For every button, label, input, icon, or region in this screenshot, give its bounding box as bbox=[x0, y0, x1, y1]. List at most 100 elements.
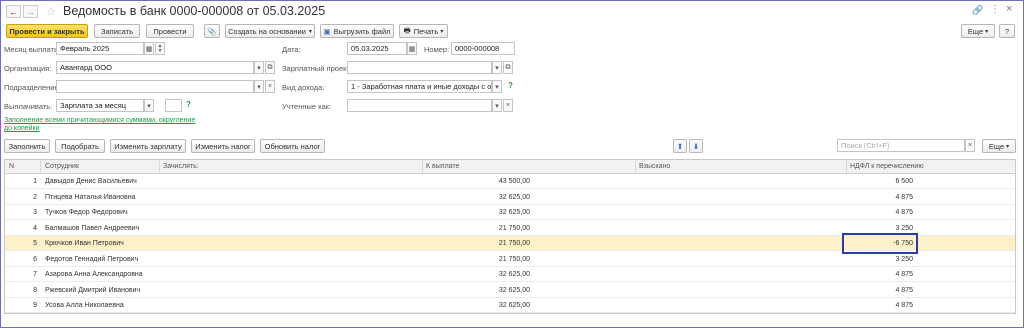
table-row[interactable]: 3 Тучков Федор Федорович 32 625,00 4 875 bbox=[5, 205, 1015, 221]
change-tax-button[interactable]: Изменить налог bbox=[191, 139, 255, 153]
row-number[interactable]: 7 bbox=[5, 271, 37, 278]
column-header-ndfl[interactable]: НДФЛ к перечислению bbox=[850, 163, 924, 170]
search-input[interactable]: Поиск (Ctrl+F) bbox=[837, 139, 965, 152]
to-pay-cell[interactable]: 32 625,00 bbox=[422, 271, 530, 278]
fill-settings-link[interactable]: Заполнение всеми причитающимися суммами,… bbox=[4, 117, 204, 133]
menu-dots-icon[interactable]: ⋮ bbox=[990, 4, 1000, 15]
column-header-to-pay[interactable]: К выплате bbox=[426, 163, 459, 170]
favorite-star-icon[interactable]: ☆ bbox=[46, 5, 56, 18]
division-clear-button[interactable]: × bbox=[265, 80, 275, 93]
ndfl-cell[interactable]: 4 875 bbox=[846, 271, 913, 278]
division-field[interactable] bbox=[56, 80, 254, 93]
organization-open-button[interactable]: ⧉ bbox=[265, 61, 275, 74]
salary-project-field[interactable] bbox=[347, 61, 492, 74]
fill-button[interactable]: Заполнить bbox=[4, 139, 50, 153]
salary-project-dropdown-button[interactable]: ▾ bbox=[492, 61, 502, 74]
employee-cell[interactable]: Ржевский Дмитрий Иванович bbox=[45, 287, 140, 294]
income-type-help-icon[interactable]: ? bbox=[508, 81, 513, 90]
month-stepper[interactable]: ▲ ▼ bbox=[155, 42, 165, 55]
employee-cell[interactable]: Азарова Анна Александровна bbox=[45, 271, 143, 278]
post-button[interactable]: Провести bbox=[146, 24, 194, 38]
attach-button[interactable]: 📎 bbox=[204, 24, 220, 38]
export-file-button[interactable]: ▣ Выгрузить файл bbox=[320, 24, 394, 38]
row-number[interactable]: 5 bbox=[5, 240, 37, 247]
table-row[interactable]: 8 Ржевский Дмитрий Иванович 32 625,00 4 875 bbox=[5, 283, 1015, 298]
date-calendar-button[interactable]: ▦ bbox=[407, 42, 417, 55]
table-more-button[interactable]: Еще ▾ bbox=[982, 139, 1016, 153]
link-icon[interactable]: 🔗 bbox=[972, 5, 983, 16]
to-pay-cell[interactable]: 32 625,00 bbox=[422, 287, 530, 294]
pay-field[interactable]: Зарплата за месяц bbox=[56, 99, 144, 112]
pay-dropdown-button[interactable]: ▾ bbox=[144, 99, 154, 112]
row-number[interactable]: 1 bbox=[5, 178, 37, 185]
to-pay-cell[interactable]: 32 625,00 bbox=[422, 194, 530, 201]
employee-cell[interactable]: Крючков Иван Петрович bbox=[45, 240, 124, 247]
employee-cell[interactable]: Федотов Геннадий Петрович bbox=[45, 256, 138, 263]
row-number[interactable]: 4 bbox=[5, 225, 37, 232]
close-icon[interactable]: × bbox=[1006, 3, 1012, 15]
to-pay-cell[interactable]: 32 625,00 bbox=[422, 302, 530, 309]
column-header-credit[interactable]: Зачислять: bbox=[163, 163, 199, 170]
print-button[interactable]: 🖶 Печать ▾ bbox=[399, 24, 448, 38]
pay-help-icon[interactable]: ? bbox=[186, 100, 191, 109]
save-button[interactable]: Записать bbox=[94, 24, 140, 38]
accounted-as-clear-button[interactable]: × bbox=[503, 99, 513, 112]
row-number[interactable]: 3 bbox=[5, 209, 37, 216]
column-header-withheld[interactable]: Взыскано bbox=[639, 163, 670, 170]
table-row[interactable]: 1 Давыдов Денис Васильевич 43 500,00 6 500 bbox=[5, 174, 1015, 190]
accounted-as-dropdown-button[interactable]: ▾ bbox=[492, 99, 502, 112]
forward-button[interactable]: → bbox=[23, 5, 38, 18]
row-number[interactable]: 8 bbox=[5, 287, 37, 294]
ndfl-cell[interactable]: 4 875 bbox=[846, 287, 913, 294]
pay-month-field[interactable]: Февраль 2025 bbox=[56, 42, 144, 55]
calendar-button[interactable]: ▦ bbox=[144, 42, 154, 55]
ndfl-cell[interactable]: 3 250 bbox=[846, 256, 913, 263]
move-up-button[interactable]: ⬆ bbox=[673, 139, 687, 153]
to-pay-cell[interactable]: 43 500,00 bbox=[422, 178, 530, 185]
division-dropdown-button[interactable]: ▾ bbox=[254, 80, 264, 93]
back-button[interactable]: ← bbox=[6, 5, 21, 18]
ndfl-cell[interactable]: 4 875 bbox=[846, 209, 913, 216]
row-number[interactable]: 2 bbox=[5, 194, 37, 201]
organization-dropdown-button[interactable]: ▾ bbox=[254, 61, 264, 74]
organization-field[interactable]: Авангард ООО bbox=[56, 61, 254, 74]
to-pay-cell[interactable]: 21 750,00 bbox=[422, 256, 530, 263]
table-row[interactable]: 2 Птицева Наталья Ивановна 32 625,00 4 875 bbox=[5, 190, 1015, 205]
table-row[interactable]: 9 Усова Алла Николаевна 32 625,00 4 875 bbox=[5, 298, 1015, 313]
employee-cell[interactable]: Давыдов Денис Васильевич bbox=[45, 178, 137, 185]
employee-cell[interactable]: Балмашов Павел Андреевич bbox=[45, 225, 139, 232]
more-button[interactable]: Еще ▾ bbox=[961, 24, 995, 38]
salary-project-open-button[interactable]: ⧉ bbox=[503, 61, 513, 74]
move-down-button[interactable]: ⬇ bbox=[689, 139, 703, 153]
employee-cell[interactable]: Усова Алла Николаевна bbox=[45, 302, 124, 309]
table-row[interactable]: 7 Азарова Анна Александровна 32 625,00 4 87… bbox=[5, 267, 1015, 283]
employee-cell[interactable]: Тучков Федор Федорович bbox=[45, 209, 128, 216]
income-type-field[interactable]: 1 - Заработная плата и иные доходы с огр… bbox=[347, 80, 492, 93]
accounted-as-label: Учтенные как: bbox=[282, 102, 332, 111]
ndfl-cell[interactable]: 3 250 bbox=[846, 225, 913, 232]
ndfl-cell[interactable]: 6 500 bbox=[846, 178, 913, 185]
accounted-as-field[interactable] bbox=[347, 99, 492, 112]
pay-extra-field[interactable] bbox=[165, 99, 182, 112]
column-header-employee[interactable]: Сотрудник bbox=[45, 163, 79, 170]
number-field[interactable]: 0000-000008 bbox=[451, 42, 515, 55]
pay-label: Выплачивать: bbox=[4, 102, 53, 111]
help-button[interactable]: ? bbox=[999, 24, 1015, 38]
date-field[interactable]: 05.03.2025 bbox=[347, 42, 407, 55]
create-based-on-button[interactable]: Создать на основании ▾ bbox=[225, 24, 315, 38]
change-salary-button[interactable]: Изменить зарплату bbox=[110, 139, 186, 153]
pick-button[interactable]: Подобрать bbox=[55, 139, 105, 153]
income-type-dropdown-button[interactable]: ▾ bbox=[492, 80, 502, 93]
search-clear-button[interactable]: × bbox=[965, 139, 975, 152]
post-and-close-button[interactable]: Провести и закрыть bbox=[6, 24, 88, 38]
column-header-n[interactable]: N bbox=[9, 163, 14, 170]
row-number[interactable]: 6 bbox=[5, 256, 37, 263]
to-pay-cell[interactable]: 32 625,00 bbox=[422, 209, 530, 216]
ndfl-cell[interactable]: 4 875 bbox=[846, 302, 913, 309]
ndfl-cell[interactable]: 4 875 bbox=[846, 194, 913, 201]
row-number[interactable]: 9 bbox=[5, 302, 37, 309]
to-pay-cell[interactable]: 21 750,00 bbox=[422, 225, 530, 232]
employee-cell[interactable]: Птицева Наталья Ивановна bbox=[45, 194, 136, 201]
update-tax-button[interactable]: Обновить налог bbox=[260, 139, 325, 153]
to-pay-cell[interactable]: 21 750,00 bbox=[422, 240, 530, 247]
